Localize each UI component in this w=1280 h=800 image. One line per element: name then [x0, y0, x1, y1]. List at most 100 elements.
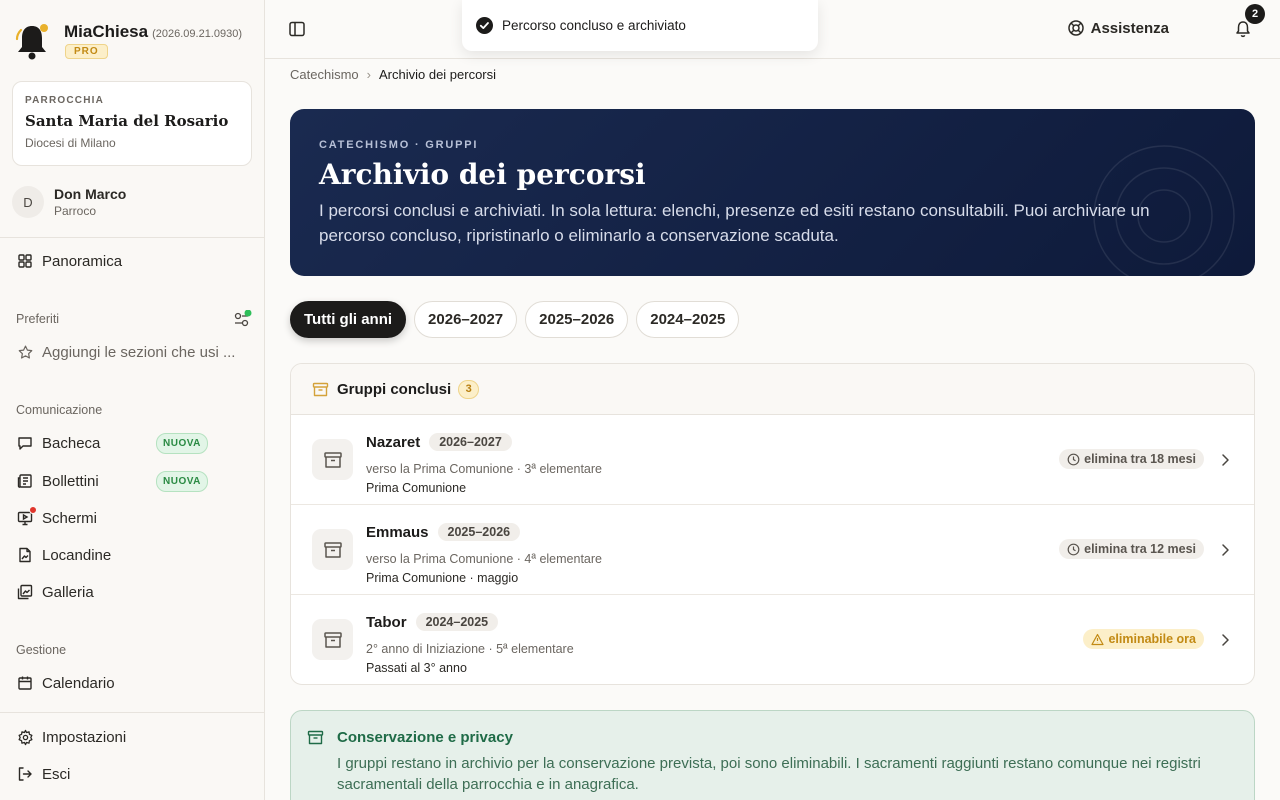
bell-logo-icon: [15, 24, 48, 60]
sidebar-item-galleria[interactable]: Galleria: [16, 583, 248, 601]
grid-icon: [16, 252, 34, 270]
group-name: Tabor: [366, 613, 407, 631]
user-role: Parroco: [54, 204, 97, 218]
archive-icon: [312, 382, 329, 396]
sidebar-item-label: Bacheca: [42, 434, 101, 452]
decorative-rings-icon: [1093, 145, 1235, 276]
sidebar-item-bacheca[interactable]: Bacheca: [16, 434, 248, 452]
group-sacrament: Prima Comunione: [366, 481, 467, 495]
warning-icon: [1091, 633, 1105, 645]
group-year: 2026–2027: [429, 433, 512, 451]
groups-count-badge: 3: [458, 379, 480, 399]
chevron-right-icon[interactable]: [1220, 543, 1230, 557]
app-name: MiaChiesa (2026.09.21.0930): [64, 22, 243, 41]
message-icon: [16, 434, 34, 452]
breadcrumb-current: Archivio dei percorsi: [378, 67, 497, 82]
year-filter-group: Tutti gli anni 2026–2027 2025–2026 2024–…: [290, 301, 747, 338]
user-profile[interactable]: D Don Marco Parroco: [12, 186, 126, 218]
sidebar-item-impostazioni[interactable]: Impostazioni: [16, 728, 248, 746]
alert-dot: [29, 506, 37, 514]
sidebar: MiaChiesa (2026.09.21.0930) PRO PARROCCHI…: [0, 0, 265, 800]
logout-icon: [16, 765, 34, 783]
table-row[interactable]: Nazaret 2026–2027 verso la Prima Comunion…: [291, 415, 1254, 505]
plan-badge: PRO: [65, 44, 108, 59]
sidebar-item-schermi[interactable]: Schermi: [16, 506, 248, 527]
sidebar-item-calendario[interactable]: Calendario: [16, 674, 248, 692]
sidebar-item-bollettini[interactable]: Bollettini: [16, 472, 248, 490]
year-filter-all[interactable]: Tutti gli anni: [290, 301, 407, 338]
toast-notification: Percorso concluso e archiviato: [462, 0, 818, 51]
page-description: I percorsi conclusi e archiviati. In sol…: [319, 201, 1150, 245]
page-eyebrow: CATECHISMO · GRUPPI: [319, 139, 479, 151]
user-name: Don Marco: [54, 186, 127, 202]
year-filter-2025-2026[interactable]: 2025–2026: [525, 301, 629, 338]
chevron-right-icon[interactable]: [1220, 633, 1230, 647]
retention-label: elimina tra 12 mesi: [1084, 542, 1196, 556]
gallery-icon: [16, 583, 34, 601]
table-row[interactable]: Tabor 2024–2025 2° anno di Iniziazione · …: [291, 595, 1254, 684]
app-version: (2026.09.21.0930): [152, 28, 243, 40]
chevron-right-icon: ›: [366, 67, 371, 82]
sidebar-item-overview[interactable]: Panoramica: [16, 252, 248, 270]
chevron-right-icon[interactable]: [1220, 453, 1230, 467]
toast-message: Percorso concluso e archiviato: [502, 18, 686, 33]
group-sacrament: Passati al 3° anno: [366, 661, 467, 675]
file-image-icon: [16, 546, 34, 564]
newspaper-icon: [16, 472, 34, 490]
group-path: 2° anno di Iniziazione · 5ª elementare: [366, 642, 574, 656]
section-management: Gestione: [16, 643, 67, 657]
sidebar-item-label: Impostazioni: [42, 728, 127, 746]
divider: [0, 237, 264, 238]
section-favorites: Preferiti: [16, 312, 60, 326]
privacy-notice: Conservazione e privacy I gruppi restano…: [290, 710, 1255, 800]
sidebar-toggle-icon[interactable]: [288, 20, 306, 38]
sidebar-item-label: Esci: [42, 765, 71, 783]
year-filter-2024-2025[interactable]: 2024–2025: [636, 301, 740, 338]
archive-icon: [307, 730, 324, 745]
table-row[interactable]: Emmaus 2025–2026 verso la Prima Comunione…: [291, 505, 1254, 595]
sidebar-item-locandine[interactable]: Locandine: [16, 546, 248, 564]
favorites-settings-icon[interactable]: [233, 310, 253, 328]
check-circle-icon: [476, 17, 493, 34]
sidebar-item-label: Galleria: [42, 583, 94, 601]
group-year: 2025–2026: [437, 523, 521, 541]
retention-badge: elimina tra 18 mesi: [1059, 449, 1204, 469]
gear-icon: [16, 728, 34, 746]
breadcrumb-parent[interactable]: Catechismo: [290, 67, 359, 82]
sidebar-item-label: Calendario: [42, 674, 115, 692]
group-path: verso la Prima Comunione · 3ª elementare: [366, 462, 602, 476]
group-name: Emmaus: [366, 523, 429, 541]
sidebar-item-label: Panoramica: [42, 252, 123, 270]
group-sacrament: Prima Comunione · maggio: [366, 571, 519, 585]
concluded-groups-card: Gruppi conclusi 3 Nazaret 2026–2027 verso…: [290, 363, 1255, 685]
page-header-banner: CATECHISMO · GRUPPI Archivio dei percors…: [290, 109, 1255, 276]
parish-card[interactable]: PARROCCHIA Santa Maria del Rosario Dioce…: [12, 81, 252, 166]
sidebar-item-logout[interactable]: Esci: [16, 765, 248, 783]
clock-icon: [1067, 453, 1080, 465]
calendar-icon: [16, 674, 34, 692]
retention-badge: eliminabile ora: [1083, 629, 1204, 649]
avatar: D: [12, 186, 44, 218]
parish-label: PARROCCHIA: [25, 95, 105, 106]
retention-badge: elimina tra 12 mesi: [1059, 539, 1204, 559]
section-communication: Comunicazione: [16, 403, 103, 417]
help-button[interactable]: Assistenza: [1067, 19, 1169, 37]
favorites-add-label: Aggiungi le sezioni che usi ...: [42, 343, 236, 361]
clock-icon: [1067, 543, 1080, 555]
year-filter-2026-2027[interactable]: 2026–2027: [414, 301, 518, 338]
notification-count: 2: [1245, 4, 1265, 24]
favorites-add[interactable]: Aggiungi le sezioni che usi ...: [16, 343, 248, 361]
archive-box-icon: [312, 619, 353, 660]
group-path: verso la Prima Comunione · 4ª elementare: [366, 552, 602, 566]
new-badge: NUOVA: [156, 433, 208, 454]
retention-label: elimina tra 18 mesi: [1084, 452, 1196, 466]
new-badge: NUOVA: [156, 471, 208, 492]
sidebar-item-label: Schermi: [42, 509, 98, 527]
parish-name: Santa Maria del Rosario: [25, 112, 229, 130]
brand[interactable]: MiaChiesa (2026.09.21.0930) PRO: [14, 20, 242, 62]
parish-diocese: Diocesi di Milano: [25, 136, 116, 150]
retention-label: eliminabile ora: [1108, 632, 1196, 646]
page-title: Archivio dei percorsi: [319, 158, 646, 191]
card-header: Gruppi conclusi 3: [291, 364, 1254, 415]
star-icon: [16, 343, 34, 361]
